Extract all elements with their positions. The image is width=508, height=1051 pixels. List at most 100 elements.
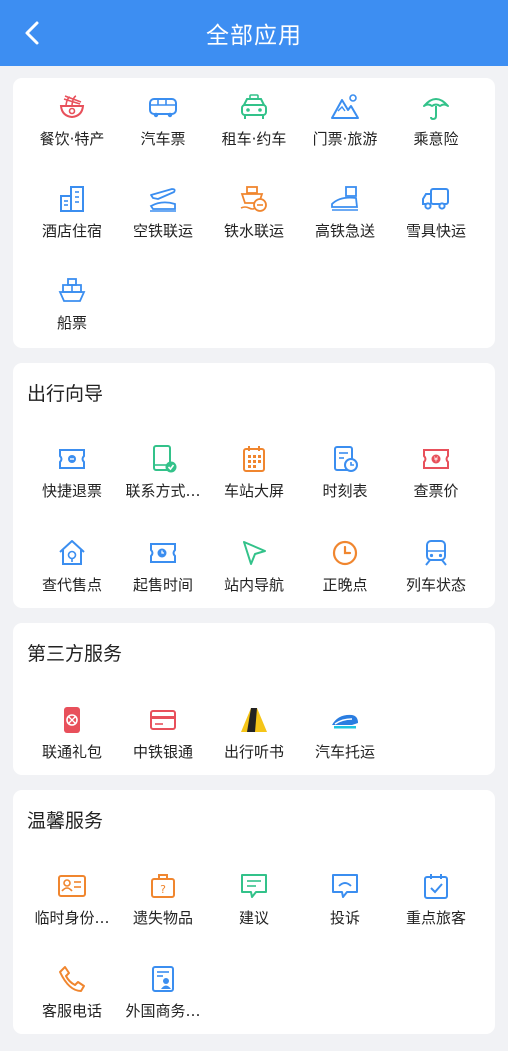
app-item-priority-passenger[interactable]: 重点旅客 [391,869,481,939]
app-item-punctuality[interactable]: 正晚点 [300,536,390,606]
ship-icon [55,274,89,308]
audiobook-icon [237,703,271,737]
app-item-temp-id[interactable]: 临时身份… [27,869,117,939]
back-button[interactable] [16,16,50,50]
app-item-lost-found[interactable]: ? 遗失物品 [118,869,208,939]
app-item-station-screen[interactable]: 车站大屏 [209,442,299,512]
id-card-icon [55,869,89,903]
app-label: 查代售点 [41,576,102,594]
agency-house-icon [55,536,89,570]
app-item-crcard[interactable]: 中铁银通 [118,703,208,773]
app-label: 门票·旅游 [312,130,378,148]
app-label: 高铁急送 [314,222,375,240]
car-icon [237,90,271,124]
app-item-rail-water[interactable]: 铁水联运 [209,182,299,252]
ticket-refund-icon [55,442,89,476]
lost-luggage-icon: ? [146,869,180,903]
unicom-sim-icon [55,703,89,737]
app-item-station-nav[interactable]: 站内导航 [209,536,299,606]
app-label: 外国商务… [125,1002,201,1020]
app-label: 租车·约车 [221,130,287,148]
app-item-ship-ticket[interactable]: 船票 [27,274,117,344]
app-label: 船票 [56,314,87,332]
bus-icon [146,90,180,124]
app-item-fare-check[interactable]: ¥ 查票价 [391,442,481,512]
header-bar: 全部应用 [0,0,508,66]
phone-icon [55,962,89,996]
app-label: 出行听书 [223,743,284,761]
app-item-suggestion[interactable]: 建议 [209,869,299,939]
app-label: 起售时间 [132,576,193,594]
app-item-quick-refund[interactable]: 快捷退票 [27,442,117,512]
section-title: 温馨服务 [27,810,104,832]
app-label: 酒店住宿 [41,222,102,240]
app-label: 建议 [238,909,269,927]
priority-passenger-icon [419,869,453,903]
app-item-insurance[interactable]: 乘意险 [391,90,481,160]
bullet-train-package-icon [328,182,362,216]
app-label: 联通礼包 [41,743,102,761]
travel-services-card: 餐饮·特产 汽车票 租车·约车 门票·旅游 乘意险 酒店住宿 空铁联运 铁水联运… [13,78,495,348]
app-label: 铁水联运 [223,222,284,240]
app-label: 餐饮·特产 [39,130,105,148]
app-label: 列车状态 [405,576,466,594]
app-label: 站内导航 [223,576,284,594]
sale-time-icon [146,536,180,570]
app-label: 快捷退票 [41,482,102,500]
third-party-card: 第三方服务 联通礼包 中铁银通 出行听书 汽车托运 [13,623,495,775]
app-label: 汽车托运 [314,743,375,761]
app-label: 遗失物品 [132,909,193,927]
delivery-truck-icon [419,182,453,216]
timetable-icon [328,442,362,476]
app-item-contact[interactable]: 联系方式… [118,442,208,512]
bank-card-icon [146,703,180,737]
phone-check-icon [146,442,180,476]
mountain-icon [328,90,362,124]
app-label: 时刻表 [322,482,368,500]
app-item-sale-time[interactable]: 起售时间 [118,536,208,606]
app-item-tickets-tour[interactable]: 门票·旅游 [300,90,390,160]
app-item-dining[interactable]: 餐饮·特产 [27,90,117,160]
noodle-bowl-icon [55,90,89,124]
app-item-service-phone[interactable]: 客服电话 [27,962,117,1032]
ship-train-icon [237,182,271,216]
app-item-ski-freight[interactable]: 雪具快运 [391,182,481,252]
app-label: 正晚点 [322,576,368,594]
app-label: 重点旅客 [405,909,466,927]
app-item-hotel[interactable]: 酒店住宿 [27,182,117,252]
app-item-foreign-business[interactable]: 外国商务… [118,962,208,1032]
app-label: 客服电话 [41,1002,102,1020]
app-label: 投诉 [329,909,360,927]
app-label: 空铁联运 [132,222,193,240]
care-services-card: 温馨服务 临时身份… ? 遗失物品 建议 投诉 重点旅客 客服电话 外国商务… [13,790,495,1034]
app-item-unicom[interactable]: 联通礼包 [27,703,117,773]
svg-text:?: ? [160,883,166,896]
app-item-train-status[interactable]: 列车状态 [391,536,481,606]
section-title: 第三方服务 [27,643,123,665]
plane-train-icon [146,182,180,216]
ticket-price-icon: ¥ [419,442,453,476]
travel-guide-card: 出行向导 快捷退票 联系方式… 车站大屏 时刻表 ¥ 查票价 查代售点 起售时间… [13,363,495,608]
section-title: 出行向导 [27,383,104,405]
hotel-building-icon [55,182,89,216]
page-title: 全部应用 [206,23,302,49]
app-label: 联系方式… [125,482,201,500]
chevron-left-icon [25,21,39,45]
app-label: 临时身份… [34,909,110,927]
app-label: 汽车票 [140,130,186,148]
app-item-audiobook[interactable]: 出行听书 [209,703,299,773]
app-label: 雪具快运 [405,222,466,240]
app-item-timetable[interactable]: 时刻表 [300,442,390,512]
app-item-express[interactable]: 高铁急送 [300,182,390,252]
app-label: 查票价 [413,482,459,500]
app-item-agency[interactable]: 查代售点 [27,536,117,606]
train-status-icon [419,536,453,570]
app-item-car-shipping[interactable]: 汽车托运 [300,703,390,773]
app-item-air-rail[interactable]: 空铁联运 [118,182,208,252]
app-item-car-rental[interactable]: 租车·约车 [209,90,299,160]
app-label: 车站大屏 [223,482,284,500]
app-item-complaint[interactable]: 投诉 [300,869,390,939]
navigation-arrow-icon [237,536,271,570]
app-item-bus-ticket[interactable]: 汽车票 [118,90,208,160]
station-screen-icon [237,442,271,476]
